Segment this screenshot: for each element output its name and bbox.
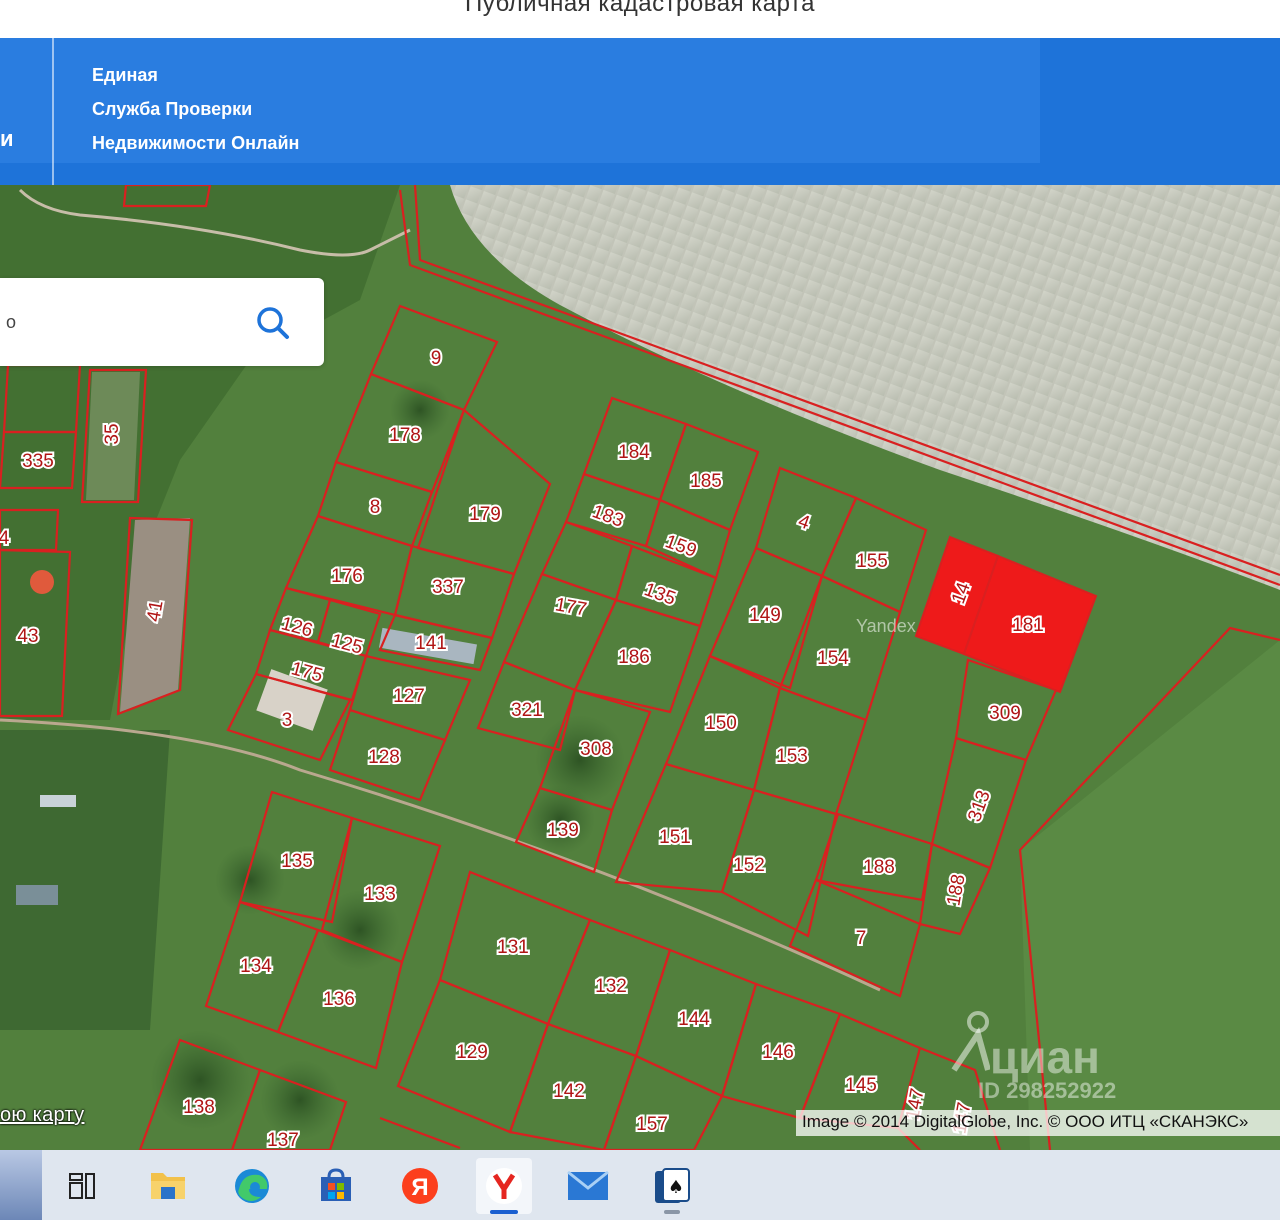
mail-icon[interactable] xyxy=(560,1158,616,1214)
parcel-label: 137 xyxy=(267,1130,299,1150)
greenhouse xyxy=(40,795,76,807)
open-map-link[interactable]: ою карту xyxy=(0,1104,84,1127)
active-indicator xyxy=(490,1210,518,1214)
parcel-label: 157 xyxy=(636,1114,668,1135)
parcel-label: 3 xyxy=(282,710,293,731)
parcel-label: 335 xyxy=(22,451,54,472)
yandex-browser-icon[interactable] xyxy=(476,1158,532,1214)
building-2 xyxy=(16,885,58,905)
brand-line-2: Служба Проверки xyxy=(92,99,253,119)
parcel-label: 308 xyxy=(580,739,612,760)
parcel-label: 145 xyxy=(845,1075,877,1096)
parcel-label: 186 xyxy=(618,647,650,668)
parcel-label: 176 xyxy=(331,566,363,587)
task-view-icon[interactable] xyxy=(54,1158,110,1214)
forest-area-2 xyxy=(0,730,170,1030)
taskbar: Я ♠ xyxy=(0,1150,1280,1220)
parcel-label: 129 xyxy=(456,1042,488,1063)
search-icon[interactable] xyxy=(253,303,293,348)
desktop-preview[interactable] xyxy=(0,1150,42,1220)
parcel-label: 154 xyxy=(817,648,849,669)
window-title-bar: Публичная кадастровая карта xyxy=(0,0,1280,38)
parcel-label: 133 xyxy=(364,884,396,905)
svg-text:♠: ♠ xyxy=(668,1177,684,1198)
parcel-label: 321 xyxy=(511,700,543,721)
search-box[interactable] xyxy=(0,278,324,366)
parcel-label: 43 xyxy=(17,626,38,647)
logo-fragment[interactable]: и xyxy=(0,126,14,152)
parcel-label: 181 xyxy=(1012,615,1044,636)
store-icon[interactable] xyxy=(308,1158,364,1214)
brand-name[interactable]: Единая Служба Проверки Недвижимости Онла… xyxy=(92,58,299,160)
parcel-label: 141 xyxy=(415,633,447,654)
parcel-label: 139 xyxy=(547,820,579,841)
parcel-label: 150 xyxy=(705,713,737,734)
parcel-label: 136 xyxy=(323,989,355,1010)
parcel-label: 127 xyxy=(393,686,425,707)
running-indicator xyxy=(664,1210,680,1214)
parcel-label: 144 xyxy=(678,1009,710,1030)
parcel-label: 184 xyxy=(618,442,650,463)
site-header: и Единая Служба Проверки Недвижимости Он… xyxy=(0,38,1280,185)
parcel-label: 128 xyxy=(368,747,400,768)
parcel-label: 35 xyxy=(102,423,123,444)
parcel-label: 151 xyxy=(659,827,691,848)
parcel-label: 9 xyxy=(431,348,442,369)
parcel-label: 337 xyxy=(432,577,464,598)
parcel-label: 188 xyxy=(863,857,895,878)
parcel-label: 142 xyxy=(553,1081,585,1102)
parcel-label: 146 xyxy=(762,1042,794,1063)
svg-text:Я: Я xyxy=(411,1174,428,1201)
roof-red xyxy=(30,570,54,594)
parcel-label: 134 xyxy=(240,956,272,977)
listing-id: ID 298252922 xyxy=(978,1078,1117,1103)
parcel-label: 132 xyxy=(595,976,627,997)
parcel-label: 138 xyxy=(183,1097,215,1118)
parcel-label: 41 xyxy=(143,599,167,623)
header-divider xyxy=(52,38,54,185)
file-explorer-icon[interactable] xyxy=(140,1158,196,1214)
parcel-label: 153 xyxy=(776,746,808,767)
yandex-watermark: Yandex xyxy=(856,616,916,636)
solitaire-icon[interactable]: ♠ xyxy=(644,1158,700,1214)
parcel-label: 179 xyxy=(469,504,501,525)
parcel-label: 152 xyxy=(733,855,765,876)
parcel-label: 7 xyxy=(856,928,867,949)
location-pin-icon xyxy=(950,1010,991,1085)
parcel-label: 309 xyxy=(989,703,1021,724)
search-input[interactable] xyxy=(0,298,230,346)
cian-brand: циан xyxy=(990,1031,1100,1083)
brand-line-3: Недвижимости Онлайн xyxy=(92,133,300,153)
parcel-label: 155 xyxy=(856,551,888,572)
parcel-label: 135 xyxy=(281,851,313,872)
parcel-label: 131 xyxy=(497,937,529,958)
parcel-label: 149 xyxy=(749,605,781,626)
parcel-label: 8 xyxy=(370,497,381,518)
parcel-label: 4 xyxy=(0,528,10,549)
brand-line-1: Единая xyxy=(92,65,158,85)
window-title: Публичная кадастровая карта xyxy=(464,0,816,17)
parcel-label: 178 xyxy=(389,425,421,446)
edge-icon[interactable] xyxy=(224,1158,280,1214)
map-attribution: Image © 2014 DigitalGlobe, Inc. © ООО ИТ… xyxy=(796,1110,1280,1136)
yandex-icon[interactable]: Я xyxy=(392,1158,448,1214)
parcel-label: 185 xyxy=(690,471,722,492)
